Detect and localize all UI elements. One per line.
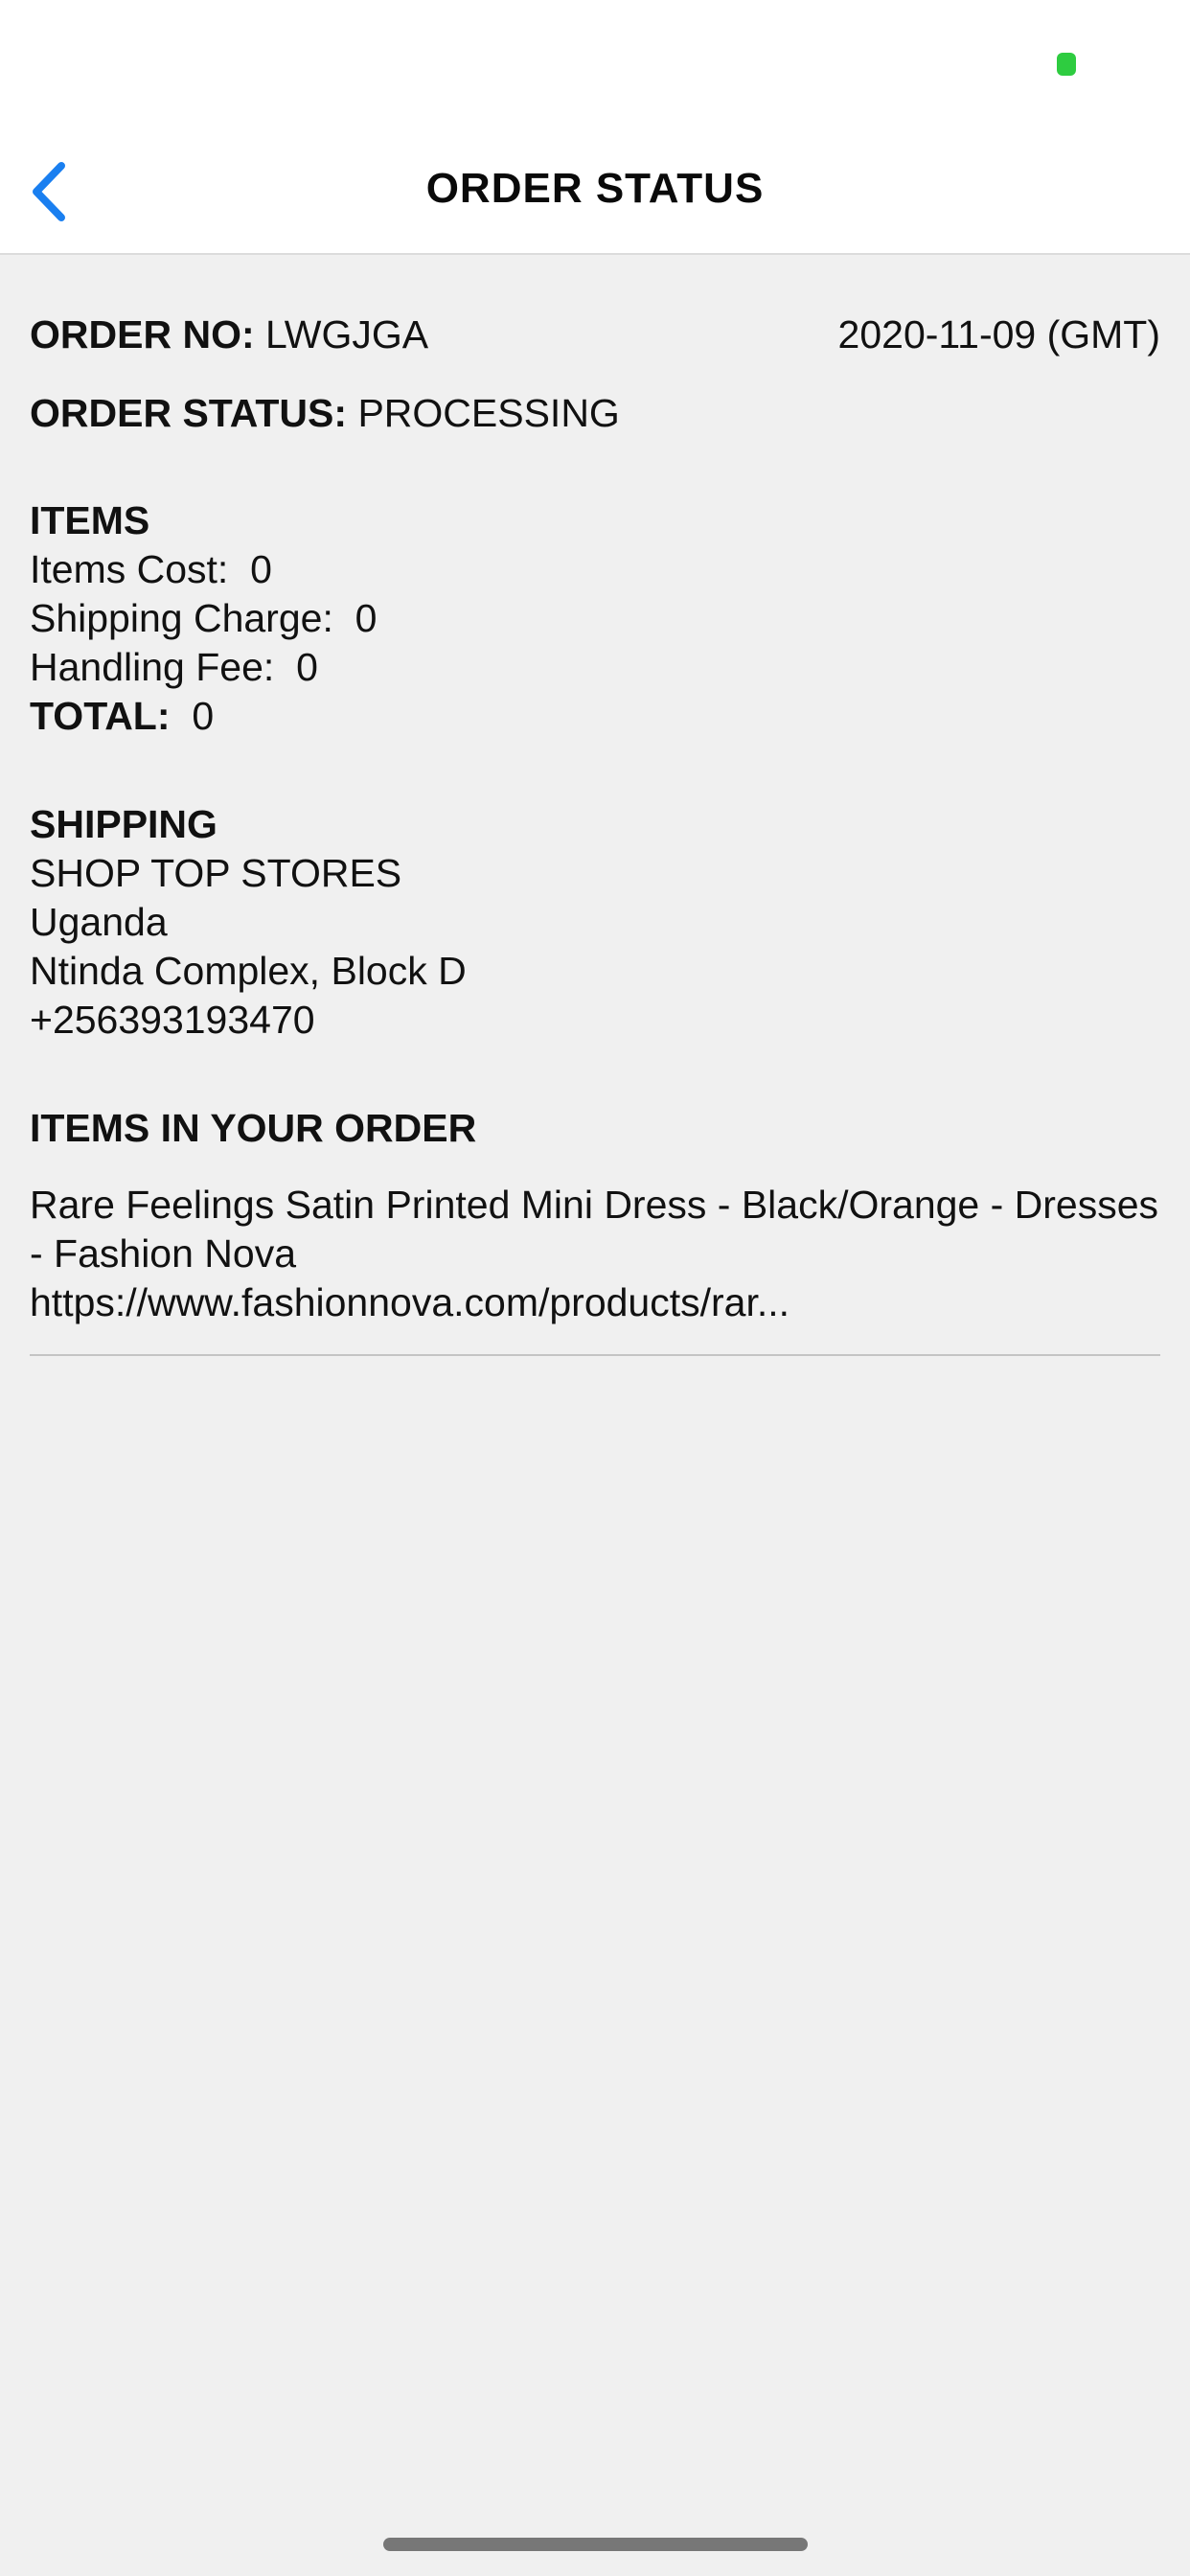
page-title: ORDER STATUS [425, 165, 765, 212]
handling-fee-value: 0 [296, 645, 318, 689]
order-status-label: ORDER STATUS: [30, 391, 348, 435]
navigation-bar: ORDER STATUS [0, 134, 1190, 255]
order-status-value: PROCESSING [357, 391, 620, 435]
shipping-charge-value: 0 [355, 596, 378, 640]
shipping-country: Uganda [30, 900, 168, 944]
handling-fee-row: Handling Fee: 0 [30, 643, 377, 692]
items-heading: ITEMS [30, 498, 150, 542]
order-items-heading: ITEMS IN YOUR ORDER [30, 1106, 477, 1150]
shipping-charge-row: Shipping Charge: 0 [30, 594, 377, 643]
items-cost-label: Items Cost: [30, 547, 229, 591]
order-item-link[interactable]: https://www.fashionnova.com/products/rar… [30, 1278, 1160, 1327]
handling-fee-label: Handling Fee: [30, 645, 275, 689]
shipping-heading: SHIPPING [30, 802, 217, 846]
shipping-address: Ntinda Complex, Block D [30, 949, 467, 993]
total-value: 0 [192, 694, 215, 738]
order-number-row: ORDER NO: LWGJGA 2020-11-09 (GMT) [30, 310, 1160, 359]
shipping-store-name: SHOP TOP STORES [30, 851, 402, 895]
order-number-label: ORDER NO: [30, 312, 255, 356]
items-cost-row: Items Cost: 0 [30, 545, 377, 594]
shipping-section: SHIPPING SHOP TOP STORES Uganda Ntinda C… [30, 800, 467, 1045]
items-summary: ITEMS Items Cost: 0 Shipping Charge: 0 H… [30, 496, 377, 741]
order-number-value: LWGJGA [265, 312, 429, 356]
order-status-row: ORDER STATUS: PROCESSING [30, 389, 620, 438]
order-item-title: Rare Feelings Satin Printed Mini Dress -… [30, 1183, 1159, 1276]
status-bar [0, 0, 1190, 134]
shipping-charge-label: Shipping Charge: [30, 596, 333, 640]
order-date: 2020-11-09 (GMT) [837, 312, 1160, 356]
shipping-phone: +256393193470 [30, 998, 315, 1042]
status-indicator-icon [1057, 53, 1076, 76]
items-cost-value: 0 [250, 547, 272, 591]
home-indicator[interactable] [383, 2538, 808, 2551]
total-row: TOTAL: 0 [30, 692, 377, 741]
list-item[interactable]: Rare Feelings Satin Printed Mini Dress -… [30, 1181, 1160, 1356]
total-label: TOTAL: [30, 694, 171, 738]
